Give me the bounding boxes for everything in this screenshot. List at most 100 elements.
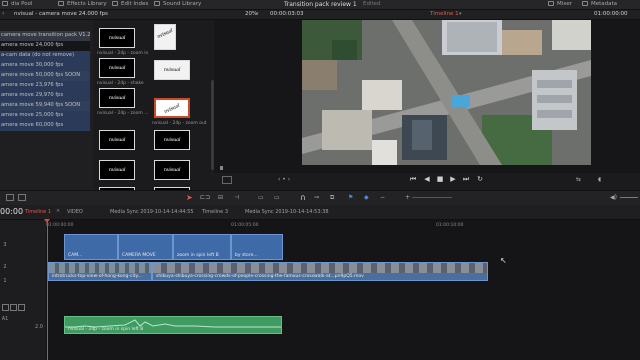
- music-icon: [154, 1, 160, 6]
- mute-icon[interactable]: [18, 304, 25, 311]
- stop-icon[interactable]: ■: [436, 175, 444, 183]
- chevron-down-icon[interactable]: ▾: [256, 10, 259, 19]
- tab-media-sync-1[interactable]: Media Sync 2019-10-14-14:44:55: [110, 208, 194, 217]
- effects-icon: [58, 1, 64, 6]
- video-clip[interactable]: CAM...: [64, 234, 118, 260]
- selection-arrow-icon[interactable]: ➤: [186, 193, 193, 202]
- list-item[interactable]: amera move 29,970 fps: [0, 91, 90, 101]
- snapping-icon[interactable]: ∩: [300, 193, 306, 202]
- insert-icon[interactable]: ▭: [258, 194, 264, 201]
- list-item[interactable]: amera move 30,000 fps: [0, 61, 90, 71]
- playhead-marker-icon[interactable]: [44, 219, 50, 223]
- metadata-icon: [582, 1, 588, 6]
- source-timecode: 00:00:03:03: [270, 11, 304, 17]
- back-arrow-icon[interactable]: ‹: [2, 10, 10, 18]
- list-item[interactable]: amera move 24,000 fps: [0, 41, 90, 51]
- lock-icon[interactable]: [2, 304, 9, 311]
- list-item[interactable]: amera move 59,940 fps SOON: [0, 101, 90, 111]
- media-thumbnail-selected[interactable]: nvisual: [154, 98, 190, 118]
- edited-status: Edited: [363, 1, 381, 7]
- media-thumbnail[interactable]: nvisual: [99, 160, 135, 180]
- link-icon[interactable]: ⊸: [314, 194, 319, 201]
- position-lock-icon[interactable]: ⧉: [330, 194, 334, 202]
- layout-icon[interactable]: [18, 194, 26, 201]
- loop-icon[interactable]: ⇆: [576, 176, 581, 183]
- effects-library-tab[interactable]: Effects Library: [58, 0, 107, 9]
- play-icon[interactable]: ▶: [449, 175, 457, 183]
- loop-playback-icon[interactable]: ↻: [476, 175, 484, 183]
- clip-filmstrip: [153, 263, 487, 273]
- skip-forward-icon[interactable]: ⏭: [462, 175, 470, 183]
- chevron-down-icon[interactable]: ▾: [459, 10, 462, 19]
- tab-timeline-3[interactable]: Timeline 3: [202, 208, 228, 217]
- reverse-icon[interactable]: ◀: [423, 175, 431, 183]
- media-thumbnail[interactable]: nvisual: [154, 60, 190, 80]
- dynamic-trim-icon[interactable]: ⊟: [218, 194, 223, 201]
- video-clip[interactable]: introtrucks-top-view-of-hong-kong-city..…: [48, 262, 152, 281]
- metadata-tab[interactable]: Metadata: [582, 0, 617, 9]
- list-item[interactable]: camera move transition pack V1.2: [0, 31, 90, 41]
- overwrite-icon[interactable]: ▭: [274, 194, 280, 201]
- skip-back-icon[interactable]: ⏮: [409, 175, 417, 183]
- video-frame[interactable]: [302, 20, 591, 165]
- solo-icon[interactable]: [10, 304, 17, 311]
- media-thumbnail[interactable]: nvisual: [99, 28, 135, 48]
- media-thumbnail[interactable]: nvisual: [99, 58, 135, 78]
- jog-icon[interactable]: ‹ • ›: [278, 176, 290, 183]
- media-thumbnail-grid: nvisual nvisual nvisual - 24p - zoom in …: [94, 20, 212, 207]
- ruler-mark: 01:00:05:00: [231, 223, 259, 228]
- track-headers: 3 2 1 A1 2.0: [0, 220, 47, 360]
- thumbnail-label: nvisual - 24p - shake: [97, 81, 144, 86]
- mixer-tab[interactable]: Mixer: [548, 0, 572, 9]
- video-clip[interactable]: by store...: [231, 234, 283, 260]
- aerial-city-image: [302, 20, 591, 165]
- scrubber-handle[interactable]: [220, 166, 223, 170]
- list-item[interactable]: amera move 25,000 fps: [0, 111, 90, 121]
- tab-video[interactable]: VIDEO: [67, 208, 83, 217]
- playhead[interactable]: [47, 219, 48, 360]
- media-thumbnail[interactable]: nvisual: [99, 130, 135, 150]
- list-item[interactable]: amera move 50,000 fps SOON: [0, 71, 90, 81]
- video-clip[interactable]: shibuya-shibuya-crossing-crowds-of-peopl…: [152, 262, 488, 281]
- audio-channel: 2.0: [35, 324, 43, 330]
- list-item[interactable]: amera move 23,976 fps: [0, 81, 90, 91]
- zoom-slider[interactable]: [412, 197, 452, 198]
- video-clip[interactable]: zoom in spin left B: [173, 234, 231, 260]
- thumbnail-label: nvisual - 24p - zoom ...: [97, 111, 149, 116]
- trim-icon[interactable]: ⊏⊐: [200, 194, 210, 201]
- project-title: Transition pack review 1: [284, 1, 357, 8]
- viewer-options-icon[interactable]: [222, 176, 232, 184]
- track-number: 1: [3, 278, 7, 284]
- zoom-out-icon[interactable]: −: [380, 194, 385, 201]
- thumbnail-label: nvisual - 24p - zoom in: [97, 51, 149, 56]
- marker-icon[interactable]: ◆: [364, 194, 369, 201]
- audio-icon[interactable]: ◖: [598, 176, 601, 183]
- media-thumbnail[interactable]: nvisual: [99, 88, 135, 108]
- layout-icon[interactable]: [6, 194, 14, 201]
- media-thumbnail[interactable]: nvisual: [154, 24, 176, 50]
- audio-clip[interactable]: nvisual - 24p - zoom in spin left B: [64, 316, 282, 334]
- bin-title: nvisual - camera move 24.000 fps: [14, 11, 108, 17]
- list-item[interactable]: amera move 60,000 fps: [0, 121, 90, 131]
- close-icon[interactable]: ×: [56, 208, 60, 214]
- tab-timeline-1[interactable]: Timeline 1: [25, 208, 51, 217]
- thumbnail-label: nvisual - 24p - zoom out: [152, 121, 207, 126]
- edit-index-tab[interactable]: Edit Index: [112, 0, 149, 9]
- sound-library-tab[interactable]: Sound Library: [154, 0, 201, 9]
- media-thumbnail[interactable]: nvisual: [154, 130, 190, 150]
- list-item[interactable]: a-cam data (do not remove): [0, 51, 90, 61]
- media-thumbnail[interactable]: nvisual: [154, 160, 190, 180]
- ruler-mark: 01:00:00:00: [46, 223, 74, 228]
- track-number: 3: [3, 242, 7, 248]
- volume-icon[interactable]: ◀): [610, 194, 617, 201]
- tab-media-sync-2[interactable]: Media Sync 2019-10-14-14:53:38: [245, 208, 329, 217]
- volume-slider[interactable]: [620, 197, 638, 198]
- flag-icon[interactable]: ⚑: [348, 194, 353, 201]
- video-clip[interactable]: CAMERA MOVE: [118, 234, 173, 260]
- timeline-selector[interactable]: Timeline 1: [430, 10, 459, 19]
- blade-icon[interactable]: ⊣: [234, 194, 239, 201]
- timeline-area[interactable]: 01:00:00:00 01:00:05:00 01:00:10:00 CAM.…: [46, 220, 640, 360]
- zoom-in-icon[interactable]: +: [405, 194, 410, 201]
- media-pool-tab[interactable]: dia Pool: [2, 0, 33, 9]
- top-menu-bar: dia Pool Effects Library Edit Index Soun…: [0, 0, 640, 10]
